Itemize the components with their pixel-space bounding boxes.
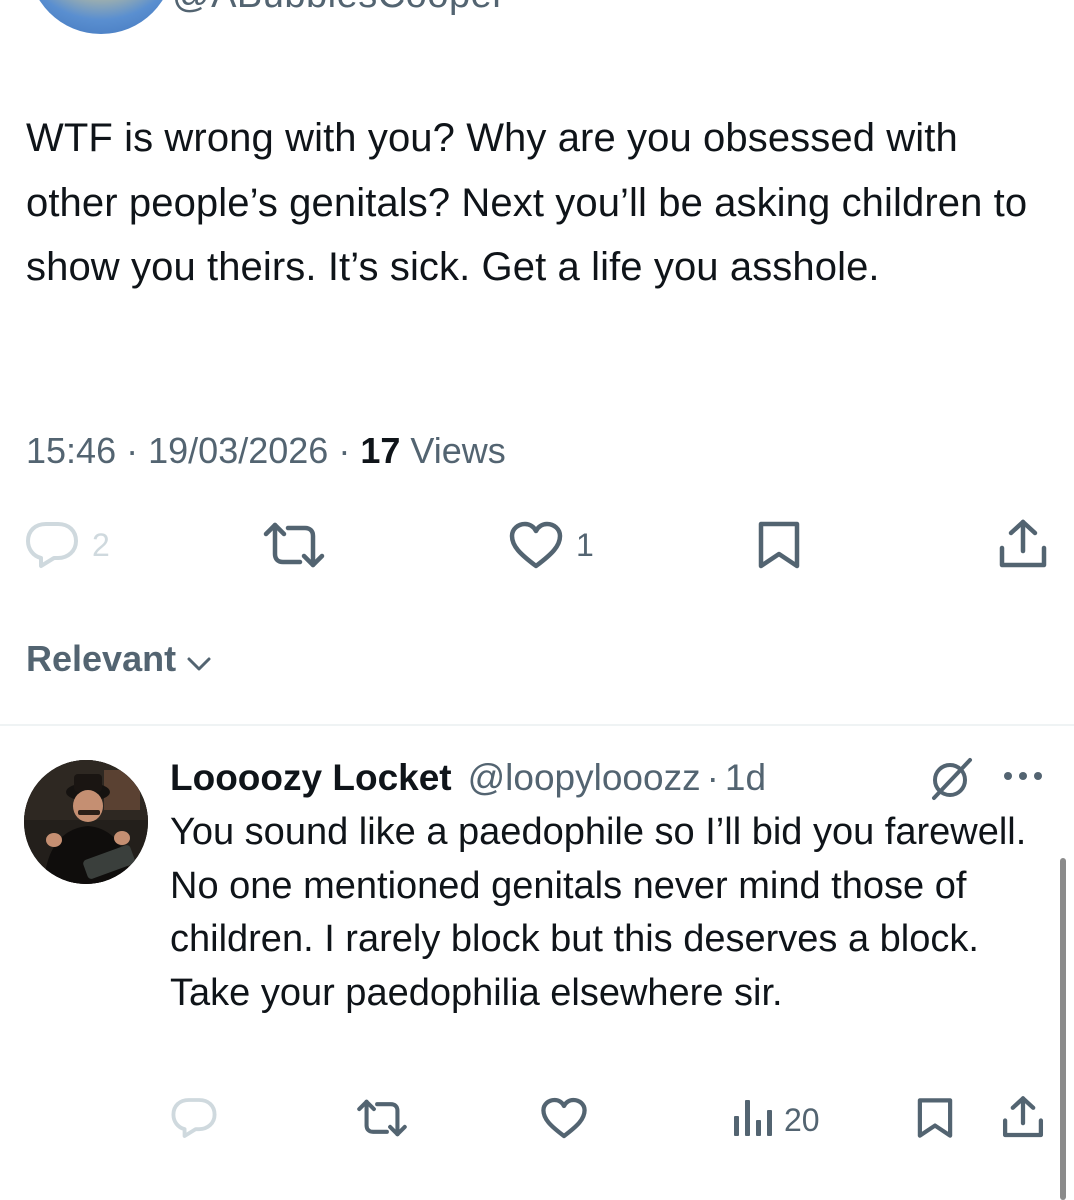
tweet-date[interactable]: 19/03/2026 <box>148 430 328 471</box>
meta-separator: · <box>126 430 139 471</box>
retweet-button[interactable] <box>356 1090 408 1150</box>
share-icon <box>1000 1095 1046 1146</box>
views-button[interactable]: 20 <box>730 1090 820 1150</box>
tweet-meta: 15:46 · 19/03/2026 · 17 Views <box>26 430 506 472</box>
reply-text: You sound like a paedophile so I’ll bid … <box>170 811 1027 1014</box>
retweet-icon <box>262 520 326 570</box>
reply-button[interactable] <box>170 1090 218 1150</box>
grok-icon[interactable] <box>928 756 974 807</box>
chevron-down-icon <box>186 640 212 682</box>
share-button[interactable] <box>996 510 1050 580</box>
heart-icon <box>540 1096 588 1145</box>
bookmark-icon <box>914 1095 956 1146</box>
bookmark-button[interactable] <box>914 1090 956 1150</box>
reply-action-bar: 20 <box>0 1090 1074 1150</box>
heart-icon <box>508 520 564 570</box>
speech-bubble-icon <box>170 1096 218 1145</box>
tweet-action-bar: 2 1 <box>0 510 1074 580</box>
speech-bubble-icon <box>24 520 80 570</box>
share-button[interactable] <box>1000 1090 1046 1150</box>
reply-author-handle[interactable]: @loopylooozz <box>468 757 701 799</box>
divider <box>0 724 1074 726</box>
meta-separator: · <box>338 430 351 471</box>
reply-count: 2 <box>92 526 110 563</box>
reply-button[interactable]: 2 <box>24 510 110 580</box>
replies-sort-dropdown[interactable]: Relevant <box>26 636 212 682</box>
author-avatar[interactable] <box>28 0 174 34</box>
views-label: Views <box>410 430 506 471</box>
like-count: 1 <box>576 526 594 563</box>
bar-chart-icon <box>730 1096 774 1145</box>
author-handle[interactable]: @ABubblesCooper <box>172 0 505 17</box>
retweet-icon <box>356 1097 408 1144</box>
reply-author-name[interactable]: Loooozy Locket <box>170 757 452 799</box>
tweet-text: WTF is wrong with you? Why are you obses… <box>26 116 1028 289</box>
reply-time[interactable]: 1d <box>725 757 766 799</box>
views-count: 17 <box>360 430 401 471</box>
reply-avatar[interactable] <box>24 760 148 884</box>
like-button[interactable]: 1 <box>508 510 594 580</box>
reply-header: Loooozy Locket @loopylooozz · 1d <box>170 754 766 802</box>
meta-separator: · <box>706 757 719 798</box>
bookmark-icon <box>754 519 804 571</box>
tweet-time[interactable]: 15:46 <box>26 430 116 471</box>
more-icon[interactable] <box>1000 766 1046 791</box>
retweet-button[interactable] <box>262 510 326 580</box>
bookmark-button[interactable] <box>754 510 804 580</box>
scrollbar[interactable] <box>1060 858 1066 1200</box>
share-icon <box>996 518 1050 572</box>
views-count: 20 <box>784 1101 820 1138</box>
replies-sort-label: Relevant <box>26 638 177 679</box>
like-button[interactable] <box>540 1090 588 1150</box>
